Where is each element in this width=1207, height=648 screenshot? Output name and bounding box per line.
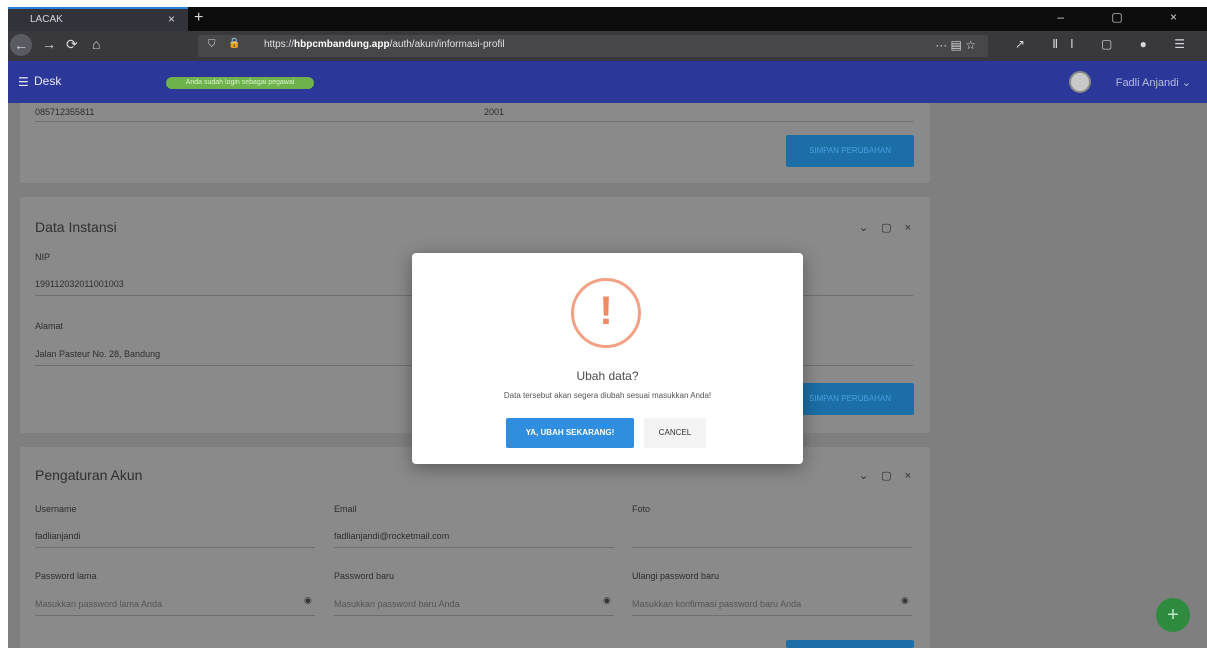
warning-icon: ! — [571, 278, 641, 348]
alamat-field[interactable]: Jalan Pasteur No. 28, Bandung — [35, 349, 160, 359]
card-controls[interactable]: ⌄ ▢ × — [859, 221, 916, 234]
nip-field[interactable]: 199112032011001003 — [35, 279, 124, 289]
avatar[interactable] — [1069, 71, 1091, 93]
password-baru-input[interactable]: Masukkan password baru Anda — [334, 599, 460, 609]
url-text: https://hbpcmbandung.app/auth/akun/infor… — [264, 39, 505, 50]
menu-icon[interactable]: ☰ — [18, 75, 29, 89]
add-button[interactable]: + — [1156, 598, 1190, 632]
status-badge: Anda sudah login sebagai pegawai — [166, 77, 314, 89]
eye-icon[interactable]: ◉ — [901, 595, 909, 606]
email-label: Email — [334, 504, 357, 514]
forward-icon[interactable]: → — [42, 36, 56, 52]
url-bar[interactable]: ⛉ 🔒 https://hbpcmbandung.app/auth/akun/i… — [198, 35, 988, 57]
eye-icon[interactable]: ◉ — [603, 595, 611, 606]
field-underline — [632, 615, 912, 616]
browser-tab[interactable]: LACAK × — [8, 7, 188, 31]
password-lama-label: Password lama — [35, 571, 97, 581]
eye-icon[interactable]: ◉ — [304, 595, 312, 606]
back-icon[interactable]: ← — [10, 34, 32, 56]
alamat-label: Alamat — [35, 321, 64, 331]
field-underline — [334, 547, 614, 548]
chevron-down-icon: ⌄ — [1181, 77, 1191, 89]
ulangi-password-label: Ulangi password baru — [632, 571, 720, 581]
browser-nav-bar: ← → ⟳ ⌂ ⛉ 🔒 https://hbpcmbandung.app/aut… — [8, 31, 1207, 61]
card-title: Data Instansi — [35, 219, 117, 235]
user-name: Fadli Anjandi — [1115, 77, 1179, 89]
save-button[interactable] — [786, 640, 914, 648]
foto-field[interactable] — [632, 547, 912, 548]
phone-value: 085712355811 — [35, 107, 95, 117]
app-header: ☰ Desk Anda sudah login sebagai pegawai … — [8, 61, 1207, 103]
ulangi-password-input[interactable]: Masukkan konfirmasi password baru Anda — [632, 599, 801, 609]
shield-icon: ⛉ — [208, 39, 216, 50]
reload-icon[interactable]: ⟳ — [66, 36, 78, 53]
username-field[interactable]: fadlianjandi — [35, 531, 81, 541]
tab-title: LACAK — [30, 14, 63, 25]
card-personal: 085712355811 2001 SIMPAN PERUBAHAN — [20, 103, 930, 183]
card-title: Pengaturan Akun — [35, 467, 143, 483]
url-bar-icons[interactable]: ··· ▤ ☆ — [935, 38, 976, 52]
field-underline — [35, 547, 315, 548]
url-prefix: https:// — [264, 39, 295, 50]
home-icon[interactable]: ⌂ — [92, 36, 100, 52]
exclamation-icon: ! — [599, 289, 613, 333]
dialog-text: Data tersebut akan segera diubah sesuai … — [503, 391, 712, 400]
url-path: /auth/akun/informasi-profil — [389, 39, 505, 50]
field-underline — [35, 615, 315, 616]
email-field[interactable]: fadlianjandi@rocketmail.com — [334, 531, 449, 541]
year-value: 2001 — [484, 107, 505, 117]
confirm-button[interactable]: YA, UBAH SEKARANG! — [506, 418, 634, 448]
tab-close-icon[interactable]: × — [168, 12, 175, 26]
window-controls[interactable]: – ▢ × — [1057, 10, 1199, 24]
save-button[interactable]: SIMPAN PERUBAHAN — [786, 383, 914, 415]
card-controls[interactable]: ⌄ ▢ × — [859, 469, 916, 482]
dialog-title: Ubah data? — [576, 369, 639, 383]
password-baru-label: Password baru — [334, 571, 395, 581]
field-underline — [35, 121, 913, 122]
nip-label: NIP — [35, 252, 51, 262]
password-lama-input[interactable]: Masukkan password lama Anda — [35, 599, 162, 609]
save-button[interactable]: SIMPAN PERUBAHAN — [786, 135, 914, 167]
cancel-button[interactable]: CANCEL — [644, 418, 706, 448]
toolbar-icons[interactable]: ↗ ⅡⅠ ▢ ● ☰ — [1015, 37, 1197, 51]
foto-label: Foto — [632, 504, 651, 514]
lock-icon: 🔒 — [228, 38, 241, 49]
field-underline — [334, 615, 614, 616]
new-tab-icon[interactable]: + — [194, 9, 203, 27]
url-host: hbpcmbandung.app — [294, 39, 390, 50]
browser-tab-bar: LACAK × + – ▢ × — [8, 7, 1207, 31]
brand-name[interactable]: Desk — [34, 74, 61, 88]
card-pengaturan-akun: Pengaturan Akun ⌄ ▢ × Username fadlianja… — [20, 447, 930, 648]
confirm-dialog: ! Ubah data? Data tersebut akan segera d… — [412, 253, 803, 464]
username-label: Username — [35, 504, 77, 514]
user-menu[interactable]: Fadli Anjandi ⌄ — [1116, 76, 1191, 89]
